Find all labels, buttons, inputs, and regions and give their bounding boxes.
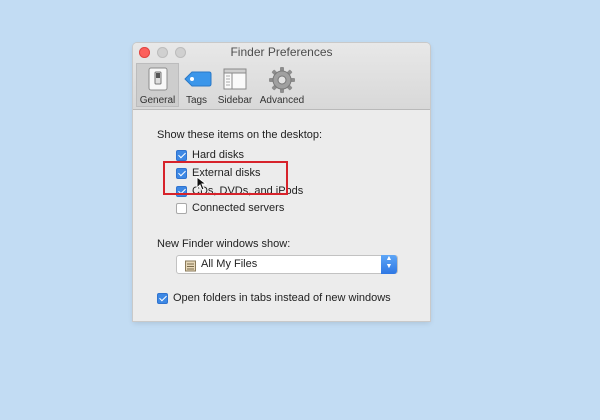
general-switch-icon [146,66,170,95]
gear-icon [268,66,296,97]
new-window-selected-value: All My Files [201,258,258,270]
all-my-files-icon [185,259,196,277]
window-title: Finder Preferences [230,45,333,59]
tab-general[interactable]: General [136,63,179,107]
sidebar-icon [222,66,248,95]
label-hard-disks: Hard disks [192,149,244,161]
window-toolbar: Finder Preferences General Tags Sidebar … [133,43,430,110]
tag-icon [182,66,212,95]
select-stepper-icon: ▲ ▼ [381,255,397,274]
tab-advanced[interactable]: Advanced [257,63,307,107]
tab-advanced-label: Advanced [259,95,305,106]
checkbox-open-in-tabs[interactable] [157,293,168,304]
checkbox-hard-disks[interactable] [176,150,187,161]
checkbox-connected-servers[interactable] [176,203,187,214]
tab-general-label: General [139,95,176,106]
tab-tags-label: Tags [185,95,208,106]
label-open-in-tabs: Open folders in tabs instead of new wind… [173,292,391,304]
tab-sidebar-label: Sidebar [217,95,253,106]
annotation-highlight-box [163,161,288,195]
mouse-pointer-icon [196,175,208,196]
tab-sidebar[interactable]: Sidebar [215,63,255,107]
tab-tags[interactable]: Tags [180,63,213,107]
label-connected-servers: Connected servers [192,202,285,214]
new-window-select[interactable]: All My Files ▲ ▼ [176,255,398,274]
new-window-heading: New Finder windows show: [157,238,291,250]
desktop-items-heading: Show these items on the desktop: [157,129,323,141]
